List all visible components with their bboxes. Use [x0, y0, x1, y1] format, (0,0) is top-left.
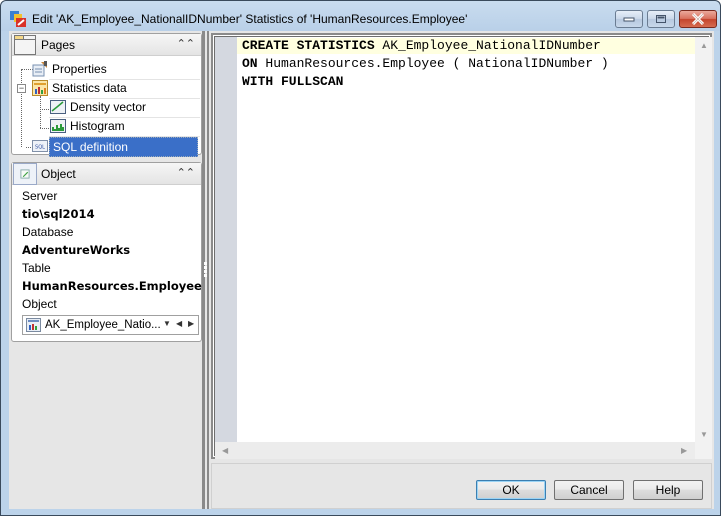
- splitter-grip: [204, 262, 207, 265]
- maximize-button[interactable]: [647, 10, 675, 28]
- statistics-icon: [32, 80, 48, 96]
- splitter-bar: [207, 31, 209, 509]
- tree-item-statistics-data[interactable]: Statistics data: [32, 79, 200, 97]
- server-value: tio\sql2014: [22, 207, 95, 221]
- code-line: ON HumanResources.Employee ( NationalIDN…: [237, 56, 695, 72]
- tree-label: Properties: [52, 62, 107, 76]
- scroll-down-icon[interactable]: ▼: [700, 430, 708, 439]
- database-value: AdventureWorks: [22, 243, 131, 257]
- scroll-left-icon[interactable]: ◀: [222, 446, 228, 455]
- sql-icon: SQL: [32, 140, 48, 152]
- density-vector-icon: [50, 100, 66, 114]
- table-label: Table: [22, 261, 51, 275]
- ok-button[interactable]: OK: [476, 480, 546, 500]
- tree-line: [21, 69, 22, 147]
- splitter-grip: [204, 274, 207, 277]
- database-label: Database: [22, 225, 74, 239]
- object-icon: [13, 163, 37, 185]
- minimize-button[interactable]: [615, 10, 643, 28]
- svg-text:SQL: SQL: [35, 145, 45, 151]
- code-line: CREATE STATISTICS AK_Employee_NationalID…: [237, 38, 695, 54]
- line-gutter: [215, 37, 237, 442]
- tree-label: SQL definition: [49, 137, 198, 157]
- tree-item-histogram[interactable]: Histogram: [50, 117, 200, 135]
- pages-panel-title: Pages: [41, 38, 76, 52]
- server-label: Server: [22, 189, 58, 203]
- table-value: HumanResources.Employee: [22, 279, 202, 293]
- cancel-button[interactable]: Cancel: [554, 480, 624, 500]
- tree-label: Statistics data: [52, 81, 127, 95]
- minimize-icon: [623, 17, 635, 22]
- tree-item-density-vector[interactable]: Density vector: [50, 98, 200, 116]
- code-line: WITH FULLSCAN: [237, 74, 695, 90]
- sql-code-area[interactable]: CREATE STATISTICS AK_Employee_NationalID…: [237, 37, 695, 442]
- panel-splitter[interactable]: [202, 31, 210, 509]
- next-object-icon[interactable]: ▶: [188, 319, 194, 328]
- tree-line: [40, 96, 41, 128]
- scroll-up-icon[interactable]: ▲: [700, 41, 708, 50]
- app-icon: [10, 11, 26, 27]
- close-button[interactable]: [679, 10, 717, 28]
- dialog-client: Pages ⌃⌃ Properties − Statistics data De…: [9, 31, 714, 509]
- scroll-right-icon[interactable]: ▶: [681, 446, 687, 455]
- dialog-window: Edit 'AK_Employee_NationalIDNumber' Stat…: [0, 0, 721, 516]
- collapse-pages-icon[interactable]: ⌃⌃: [177, 37, 195, 50]
- tree-line: [40, 128, 49, 129]
- collapse-tree-node-icon[interactable]: −: [17, 84, 26, 93]
- sql-keyword: CREATE STATISTICS: [242, 38, 375, 53]
- splitter-grip: [204, 266, 207, 269]
- sql-text: AK_Employee_NationalIDNumber: [374, 38, 601, 53]
- sql-keyword: WITH FULLSCAN: [242, 74, 344, 89]
- object-selector-value: AK_Employee_Natio...: [45, 319, 161, 331]
- vertical-scrollbar[interactable]: ▲ ▼: [695, 37, 712, 442]
- object-panel-title: Object: [41, 167, 76, 181]
- splitter-grip: [204, 270, 207, 273]
- previous-object-icon[interactable]: ◀: [176, 319, 182, 328]
- sql-text: HumanResources.Employee ( NationalIDNumb…: [257, 56, 609, 71]
- object-label: Object: [22, 297, 57, 311]
- tree-label: Density vector: [70, 100, 147, 114]
- properties-icon: [32, 61, 47, 77]
- tree-item-properties[interactable]: Properties: [32, 60, 200, 78]
- button-bar: OK Cancel Help: [211, 463, 712, 509]
- object-panel: Object ⌃⌃ Server tio\sql2014 Database Ad…: [11, 162, 202, 342]
- tree-item-sql-definition[interactable]: SQL SQL definition: [32, 137, 200, 157]
- object-selector[interactable]: AK_Employee_Natio... ▼ ◀ ▶: [22, 315, 199, 335]
- statistics-icon: [26, 318, 41, 332]
- sql-editor-inner: CREATE STATISTICS AK_Employee_NationalID…: [214, 36, 712, 459]
- histogram-icon: [50, 119, 66, 133]
- object-panel-header[interactable]: Object ⌃⌃: [12, 163, 201, 185]
- sql-editor: CREATE STATISTICS AK_Employee_NationalID…: [211, 33, 712, 459]
- pages-panel: Pages ⌃⌃ Properties − Statistics data De…: [11, 33, 202, 157]
- window-title: Edit 'AK_Employee_NationalIDNumber' Stat…: [32, 12, 468, 26]
- tree-label: Histogram: [70, 119, 125, 133]
- scroll-corner: [695, 442, 712, 459]
- sql-keyword: ON: [242, 56, 258, 71]
- dropdown-arrow-icon[interactable]: ▼: [163, 319, 171, 328]
- maximize-icon: [656, 15, 666, 23]
- collapse-object-icon[interactable]: ⌃⌃: [177, 166, 195, 179]
- pages-icon: [14, 35, 36, 55]
- close-icon: [691, 13, 705, 25]
- tree-line: [40, 109, 49, 110]
- horizontal-scrollbar[interactable]: ◀ ▶: [215, 442, 695, 459]
- title-bar[interactable]: Edit 'AK_Employee_NationalIDNumber' Stat…: [1, 1, 720, 31]
- pages-panel-header[interactable]: Pages ⌃⌃: [12, 34, 201, 56]
- help-button[interactable]: Help: [633, 480, 703, 500]
